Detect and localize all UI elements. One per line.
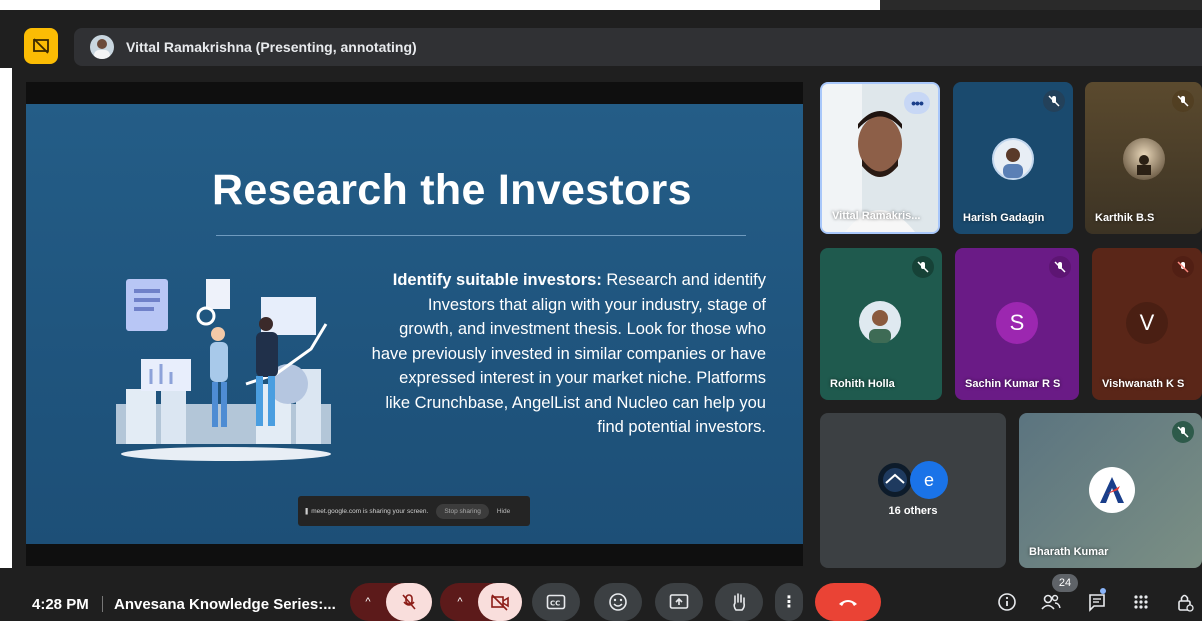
host-controls-lock-icon[interactable] bbox=[1172, 583, 1198, 621]
slide-title: Research the Investors bbox=[212, 166, 692, 214]
presenting-bar: Vittal Ramakrishna (Presenting, annotati… bbox=[0, 10, 1202, 68]
participant-initial-avatar: S bbox=[996, 302, 1038, 344]
raise-hand-button[interactable] bbox=[715, 583, 763, 621]
pause-icon: ❚ bbox=[304, 508, 312, 515]
participant-tile-harish[interactable]: Harish Gadagin bbox=[953, 82, 1073, 234]
presenter-banner: Vittal Ramakrishna (Presenting, annotati… bbox=[74, 28, 1202, 66]
participant-name: Vittal Ramakris... bbox=[832, 210, 921, 222]
participant-name: Rohith Holla bbox=[830, 378, 895, 390]
participant-tile-others[interactable]: e 16 others bbox=[820, 413, 1006, 568]
others-avatar-1 bbox=[876, 461, 914, 499]
organization-logo bbox=[1089, 467, 1135, 513]
participant-avatar bbox=[1123, 138, 1165, 180]
slide-body-bold: Identify suitable investors: bbox=[392, 271, 602, 289]
participant-tile-sachin[interactable]: S Sachin Kumar R S bbox=[955, 248, 1079, 400]
participant-name: Harish Gadagin bbox=[963, 212, 1045, 224]
participant-tile-vittal[interactable]: ••• Vittal Ramakris... bbox=[820, 82, 940, 234]
participant-name: Bharath Kumar bbox=[1029, 546, 1109, 558]
participant-tile-bharath[interactable]: Bharath Kumar bbox=[1019, 413, 1202, 568]
others-count-label: 16 others bbox=[888, 505, 938, 517]
leave-call-button[interactable] bbox=[815, 583, 881, 621]
stop-sharing-button[interactable]: Stop sharing bbox=[436, 503, 489, 519]
more-options-button[interactable]: ••• bbox=[904, 92, 930, 114]
browser-edge-gray bbox=[880, 0, 1202, 10]
participant-tile-vishwanath[interactable]: V Vishwanath K S bbox=[1092, 248, 1202, 400]
people-icon[interactable] bbox=[1038, 583, 1064, 621]
participant-avatar bbox=[992, 138, 1034, 180]
shared-screen: Research the Investors Identify suitable… bbox=[26, 82, 803, 566]
slide-body-text: Identify suitable investors: Research an… bbox=[371, 268, 766, 440]
participant-name: Sachin Kumar R S bbox=[965, 378, 1061, 390]
investor-research-illustration bbox=[116, 279, 331, 461]
mic-off-icon bbox=[1043, 90, 1065, 112]
participant-avatar bbox=[859, 301, 901, 343]
slide-divider bbox=[216, 235, 746, 236]
participant-name: Karthik B.S bbox=[1095, 212, 1155, 224]
camera-off-button[interactable] bbox=[478, 583, 522, 621]
divider bbox=[102, 596, 103, 612]
more-options-icon[interactable]: ⋮ bbox=[775, 583, 803, 621]
audio-settings-chevron-icon[interactable]: ^ bbox=[356, 583, 380, 621]
share-notice-text: meet.google.com is sharing your screen. bbox=[311, 507, 429, 515]
present-screen-button[interactable] bbox=[655, 583, 703, 621]
emoji-reactions-button[interactable] bbox=[594, 583, 642, 621]
participant-initial-avatar: V bbox=[1126, 302, 1168, 344]
meeting-title: Anvesana Knowledge Series:... bbox=[114, 596, 336, 613]
presenter-label: Vittal Ramakrishna (Presenting, annotati… bbox=[126, 39, 417, 55]
presentation-slide: Research the Investors Identify suitable… bbox=[26, 104, 803, 544]
window-edge-strip bbox=[0, 68, 12, 568]
presentation-icon[interactable] bbox=[24, 28, 58, 64]
mic-off-icon bbox=[1172, 256, 1194, 278]
video-settings-chevron-icon[interactable]: ^ bbox=[448, 583, 472, 621]
mic-off-icon bbox=[1172, 90, 1194, 112]
hide-notice-button[interactable]: Hide bbox=[497, 508, 510, 515]
svg-text:CC: CC bbox=[550, 600, 560, 608]
screen-share-notice: ❚ meet.google.com is sharing your screen… bbox=[298, 496, 530, 526]
microphone-off-button[interactable] bbox=[386, 583, 432, 621]
activities-grid-icon[interactable] bbox=[1128, 583, 1154, 621]
mic-off-icon bbox=[1172, 421, 1194, 443]
mic-off-icon bbox=[912, 256, 934, 278]
meeting-info-icon[interactable] bbox=[994, 583, 1020, 621]
mic-off-icon bbox=[1049, 256, 1071, 278]
captions-button[interactable]: CC bbox=[532, 583, 580, 621]
slide-body-regular: Research and identify Investors that ali… bbox=[371, 271, 766, 436]
meeting-clock: 4:28 PM bbox=[32, 596, 89, 613]
presenter-avatar bbox=[90, 35, 114, 59]
chat-icon[interactable] bbox=[1084, 583, 1110, 621]
browser-edge-strip bbox=[0, 0, 880, 10]
participant-tile-karthik[interactable]: Karthik B.S bbox=[1085, 82, 1202, 234]
participant-tile-rohith[interactable]: Rohith Holla bbox=[820, 248, 942, 400]
participant-name: Vishwanath K S bbox=[1102, 378, 1185, 390]
others-avatar-2: e bbox=[910, 461, 948, 499]
